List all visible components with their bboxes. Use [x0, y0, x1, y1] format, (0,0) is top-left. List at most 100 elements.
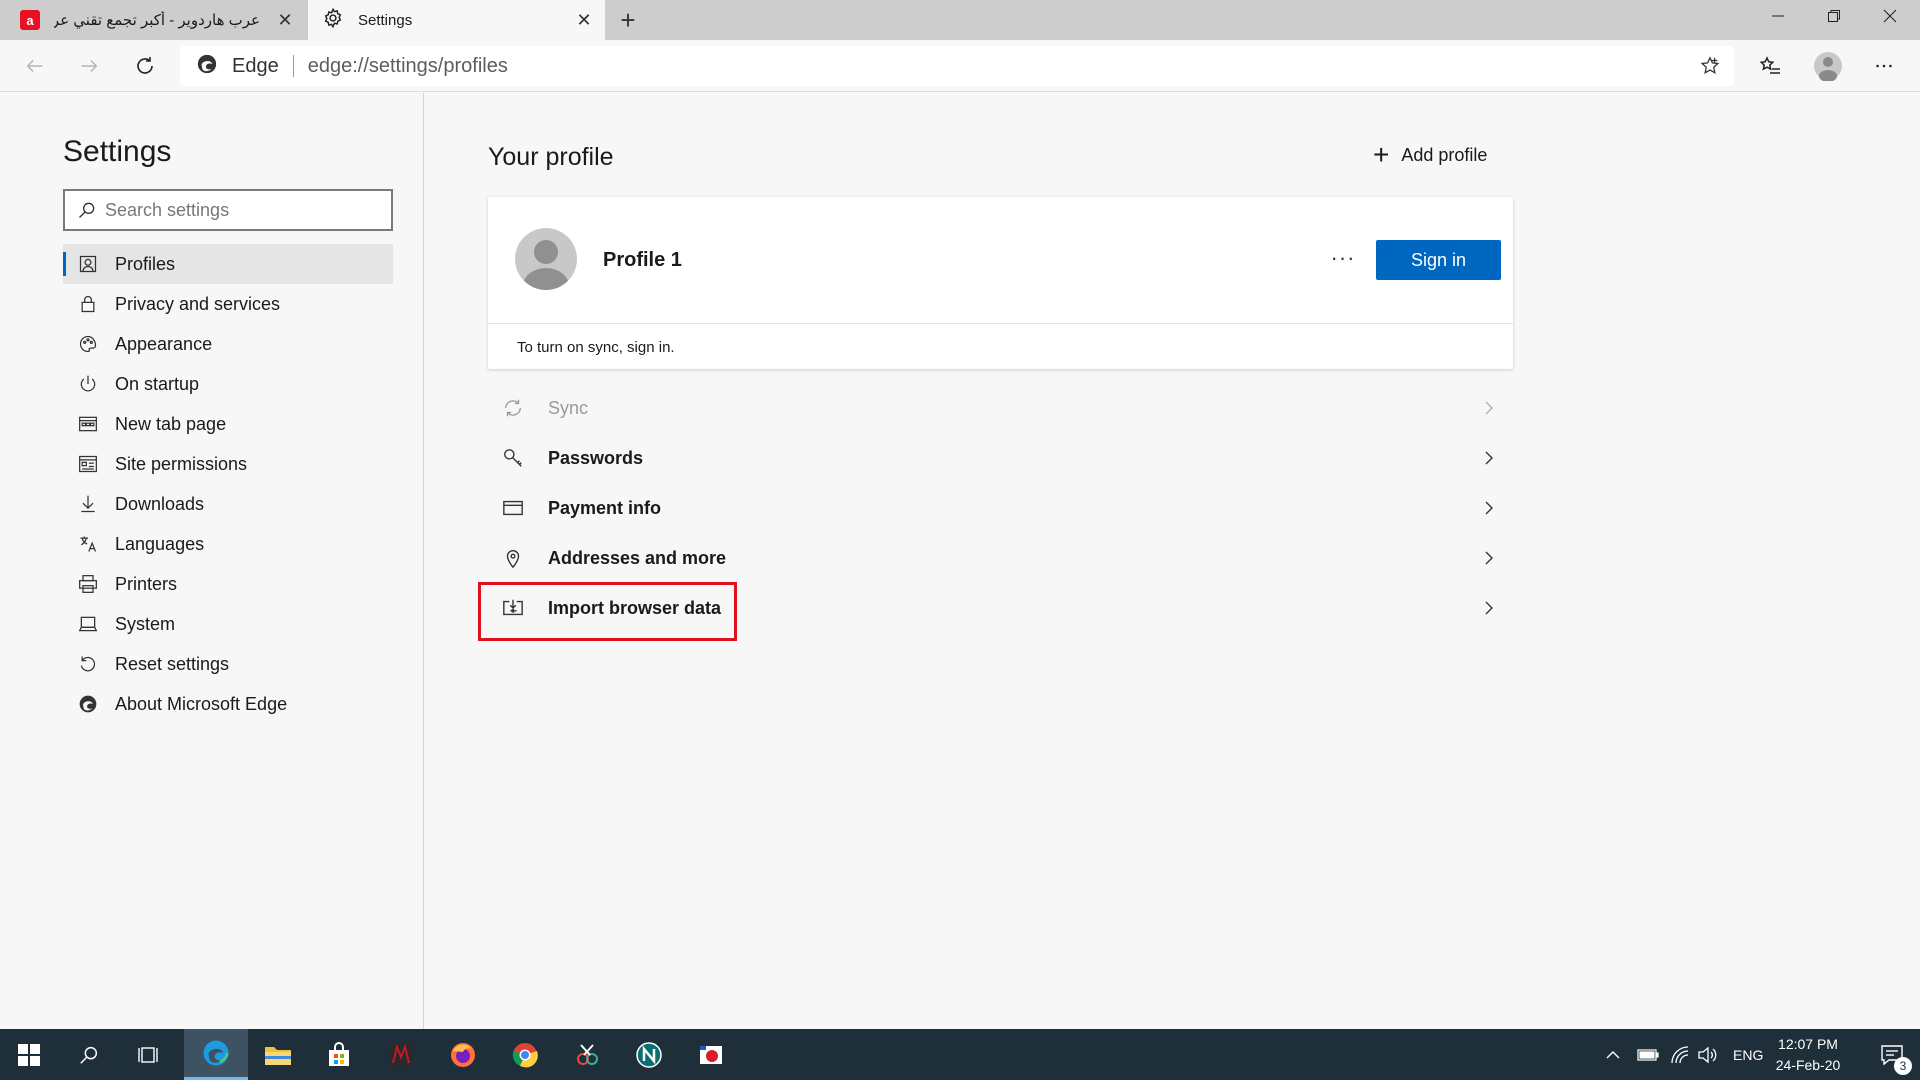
- close-window-button[interactable]: [1862, 0, 1918, 32]
- row-label: Passwords: [548, 447, 644, 468]
- download-icon: [77, 493, 99, 515]
- palette-icon: [77, 333, 99, 355]
- chevron-right-icon: [1477, 596, 1501, 620]
- sidebar-item-languages[interactable]: Languages: [63, 524, 393, 564]
- credit-card-icon: [500, 495, 526, 521]
- restore-button[interactable]: [1806, 0, 1862, 32]
- clock-date: 24-Feb-20: [1775, 1057, 1841, 1073]
- refresh-button[interactable]: [127, 48, 163, 84]
- taskbar-edge-icon[interactable]: [184, 1029, 248, 1080]
- new-tab-icon: [77, 413, 99, 435]
- forward-button[interactable]: [71, 48, 107, 84]
- sidebar-item-about[interactable]: About Microsoft Edge: [63, 684, 393, 724]
- location-pin-icon: [500, 545, 526, 571]
- sidebar-item-on-startup[interactable]: On startup: [63, 364, 393, 404]
- sidebar-item-new-tab-page[interactable]: New tab page: [63, 404, 393, 444]
- windows-start-icon[interactable]: [0, 1029, 58, 1080]
- favorites-icon[interactable]: [1752, 48, 1788, 84]
- action-center-button[interactable]: 3: [1864, 1029, 1920, 1080]
- profile-settings-list: Sync Passwords Payment info Addresses an…: [488, 383, 1513, 633]
- sidebar-item-site-permissions[interactable]: Site permissions: [63, 444, 393, 484]
- tab-title: عرب هاردوير - أكبر تجمع تقني عربي: [54, 12, 260, 29]
- row-sync[interactable]: Sync: [488, 383, 1513, 433]
- firefox-icon[interactable]: [432, 1029, 494, 1080]
- chrome-icon[interactable]: [494, 1029, 556, 1080]
- import-icon: [500, 595, 526, 621]
- wifi-icon[interactable]: [1670, 1029, 1690, 1080]
- sidebar-item-label: Site permissions: [115, 453, 248, 474]
- profile-avatar-icon[interactable]: [1810, 48, 1846, 84]
- minimize-button[interactable]: [1750, 0, 1806, 32]
- snipping-tool-icon[interactable]: [556, 1029, 618, 1080]
- n-app-icon[interactable]: [618, 1029, 680, 1080]
- more-options-button[interactable]: ···: [1323, 241, 1363, 275]
- task-view-icon[interactable]: [120, 1029, 178, 1080]
- site-permissions-icon: [77, 453, 99, 475]
- row-addresses[interactable]: Addresses and more: [488, 533, 1513, 583]
- search-icon: [77, 200, 97, 220]
- browser-toolbar: Edge edge://settings/profiles: [0, 40, 1920, 92]
- sync-note: To turn on sync, sign in.: [517, 339, 675, 356]
- new-tab-button[interactable]: +: [614, 5, 642, 35]
- address-bar[interactable]: Edge edge://settings/profiles: [180, 46, 1734, 86]
- settings-sidebar: Settings Profiles Privacy and services A…: [0, 93, 424, 1029]
- row-payment-info[interactable]: Payment info: [488, 483, 1513, 533]
- search-input[interactable]: [105, 199, 385, 221]
- row-passwords[interactable]: Passwords: [488, 433, 1513, 483]
- sidebar-item-label: Languages: [115, 533, 205, 554]
- sidebar-menu: Profiles Privacy and services Appearance…: [63, 244, 393, 724]
- chevron-right-icon: [1477, 446, 1501, 470]
- tab-title: Settings: [358, 11, 413, 29]
- avatar: [515, 228, 577, 290]
- page-title: Your profile: [488, 143, 614, 171]
- favorite-star-icon[interactable]: [1692, 48, 1728, 84]
- file-explorer-icon[interactable]: [247, 1029, 309, 1080]
- add-profile-button[interactable]: + Add profile: [1373, 137, 1487, 173]
- sidebar-item-label: Printers: [115, 573, 178, 594]
- notification-count-badge: 3: [1894, 1057, 1912, 1075]
- sidebar-item-appearance[interactable]: Appearance: [63, 324, 393, 364]
- arabhardware-favicon: a: [20, 10, 40, 30]
- show-hidden-icons-icon[interactable]: [1605, 1029, 1621, 1080]
- sidebar-item-system[interactable]: System: [63, 604, 393, 644]
- sidebar-item-label: New tab page: [115, 413, 227, 434]
- lock-icon: [77, 293, 99, 315]
- sidebar-item-profiles[interactable]: Profiles: [63, 244, 393, 284]
- predator-app-icon[interactable]: [370, 1029, 432, 1080]
- photo-app-icon[interactable]: [680, 1029, 742, 1080]
- card-divider: [488, 323, 1513, 324]
- search-box[interactable]: [63, 189, 393, 231]
- add-profile-label: Add profile: [1401, 144, 1488, 165]
- row-label: Payment info: [548, 497, 662, 518]
- windows-taskbar: ENG 12:07 PM 24-Feb-20 3: [0, 1029, 1920, 1080]
- system-clock[interactable]: 12:07 PM 24-Feb-20: [1768, 1034, 1848, 1076]
- row-label: Import browser data: [548, 597, 722, 618]
- sidebar-item-downloads[interactable]: Downloads: [63, 484, 393, 524]
- search-icon[interactable]: [60, 1029, 118, 1080]
- close-tab-icon[interactable]: ✕: [571, 7, 597, 33]
- sign-in-button[interactable]: Sign in: [1376, 240, 1501, 280]
- sidebar-item-reset-settings[interactable]: Reset settings: [63, 644, 393, 684]
- battery-icon[interactable]: [1637, 1029, 1659, 1080]
- url-text[interactable]: edge://settings/profiles: [308, 55, 508, 78]
- settings-and-more-icon[interactable]: [1866, 48, 1902, 84]
- sidebar-item-label: Appearance: [115, 333, 213, 354]
- close-tab-icon[interactable]: ✕: [272, 7, 298, 33]
- volume-icon[interactable]: [1697, 1029, 1719, 1080]
- tab-settings[interactable]: Settings ✕: [308, 0, 605, 40]
- plus-icon: +: [1373, 139, 1390, 170]
- profile-icon: [77, 253, 99, 275]
- sidebar-item-label: On startup: [115, 373, 200, 394]
- chevron-right-icon: [1477, 396, 1501, 420]
- tab-arabhardware[interactable]: a عرب هاردوير - أكبر تجمع تقني عربي ✕: [0, 0, 306, 40]
- microsoft-store-icon[interactable]: [308, 1029, 370, 1080]
- row-import-browser-data[interactable]: Import browser data: [488, 583, 1513, 633]
- back-button[interactable]: [17, 48, 53, 84]
- chevron-right-icon: [1477, 496, 1501, 520]
- sidebar-item-printers[interactable]: Printers: [63, 564, 393, 604]
- language-indicator[interactable]: ENG: [1733, 1029, 1763, 1080]
- laptop-icon: [77, 613, 99, 635]
- languages-icon: [77, 533, 99, 555]
- sidebar-item-privacy[interactable]: Privacy and services: [63, 284, 393, 324]
- row-label: Sync: [548, 397, 589, 418]
